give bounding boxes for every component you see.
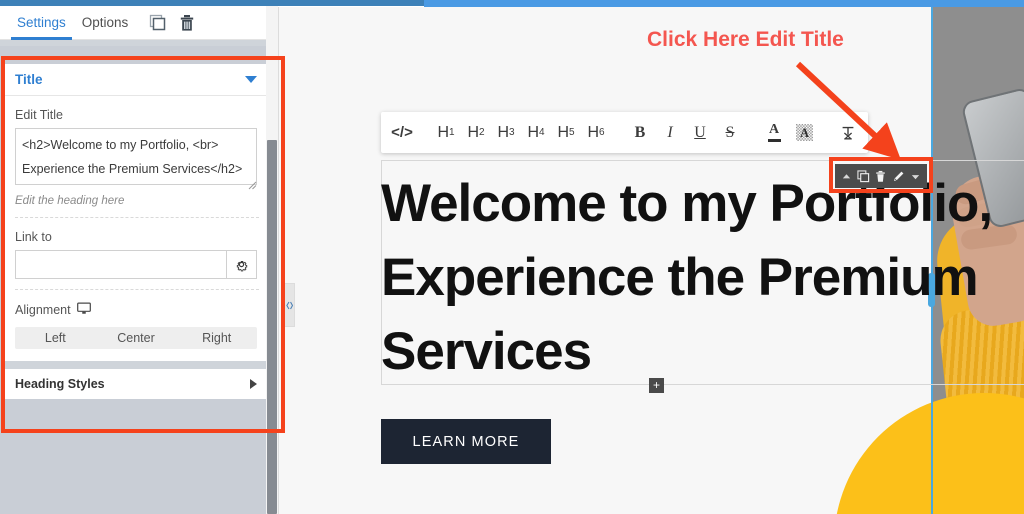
text-color-swatch — [767, 139, 781, 142]
link-to-label: Link to — [15, 230, 52, 244]
code-view-label: </> — [391, 124, 413, 141]
underline-label: U — [694, 123, 706, 141]
hero-heading[interactable]: Welcome to my Portfolio, Experience the … — [381, 167, 1024, 389]
bold-label: B — [634, 123, 646, 141]
add-block-button[interactable]: + — [649, 378, 664, 393]
heading-6-button[interactable]: H6 — [581, 112, 611, 153]
heading-styles-row[interactable]: Heading Styles — [3, 369, 271, 399]
title-section-header[interactable]: Title — [3, 64, 271, 96]
heading-4-button[interactable]: H4 — [521, 112, 551, 153]
alignment-button-group: Left Center Right — [15, 327, 257, 349]
h1-sub: 1 — [449, 127, 455, 138]
panel-scrollbar[interactable] — [266, 6, 278, 514]
settings-panel: Settings Options Title Edit Title <h2>We… — [0, 6, 278, 514]
heading-3-button[interactable]: H3 — [491, 112, 521, 153]
h3-label: H — [497, 123, 509, 141]
h5-label: H — [557, 123, 569, 141]
trash-icon[interactable] — [177, 13, 197, 33]
alignment-field-group: Alignment Left Center Right — [3, 290, 271, 349]
heading-styles-label: Heading Styles — [15, 377, 105, 391]
edit-title-label: Edit Title — [15, 108, 63, 122]
section-separator — [3, 361, 271, 369]
strike-label: S — [725, 123, 735, 141]
trash-icon[interactable] — [873, 169, 888, 184]
heading-1-button[interactable]: H1 — [431, 112, 461, 153]
bold-button[interactable]: B — [625, 112, 655, 153]
chevron-down-icon[interactable] — [245, 76, 257, 83]
title-section-label: Title — [15, 72, 43, 87]
app-root: Settings Options Title Edit Title <h2>We… — [0, 0, 1024, 514]
alignment-label: Alignment — [15, 303, 71, 317]
align-left-button[interactable]: Left — [15, 327, 96, 349]
duplicate-icon[interactable] — [856, 169, 871, 184]
duplicate-icon[interactable] — [148, 13, 168, 33]
edit-title-input[interactable] — [15, 128, 257, 185]
learn-more-button[interactable]: LEARN MORE — [381, 419, 551, 464]
tab-settings[interactable]: Settings — [9, 6, 74, 40]
yellow-circle-decoration — [834, 393, 1024, 514]
title-settings-card: Title Edit Title E — [3, 64, 271, 399]
heading-5-button[interactable]: H5 — [551, 112, 581, 153]
element-action-toolbar — [835, 164, 927, 188]
red-arrow-icon — [795, 61, 901, 158]
panel-collapse-handle[interactable] — [283, 283, 295, 327]
page-canvas: Welcome to my Portfolio, Experience the … — [278, 7, 1024, 514]
align-right-button[interactable]: Right — [176, 327, 257, 349]
canvas-inner: Welcome to my Portfolio, Experience the … — [278, 7, 1024, 514]
link-to-row — [15, 250, 257, 279]
panel-scrollbar-thumb[interactable] — [267, 140, 277, 514]
alignment-label-row: Alignment — [15, 302, 259, 318]
edit-title-hint: Edit the heading here — [15, 195, 125, 207]
tab-options[interactable]: Options — [74, 6, 137, 40]
more-options-icon[interactable] — [908, 169, 923, 184]
link-settings-button[interactable] — [226, 250, 257, 279]
h1-label: H — [437, 123, 449, 141]
collapse-arrows-icon — [285, 301, 293, 309]
move-up-icon[interactable] — [839, 169, 854, 184]
edit-title-textarea-wrap — [15, 128, 259, 190]
heading-2-button[interactable]: H2 — [461, 112, 491, 153]
edit-title-field-group: Edit Title — [3, 96, 271, 190]
link-to-input[interactable] — [15, 250, 226, 279]
h5-sub: 5 — [569, 127, 575, 138]
italic-label: I — [667, 123, 673, 141]
h6-sub: 6 — [599, 127, 605, 138]
align-center-button[interactable]: Center — [96, 327, 177, 349]
h4-label: H — [527, 123, 539, 141]
panel-tab-bar: Settings Options — [0, 6, 278, 40]
strikethrough-button[interactable]: S — [715, 112, 745, 153]
link-to-field-group: Link to — [3, 218, 271, 279]
annotation-label: Click Here Edit Title — [647, 28, 844, 51]
h3-sub: 3 — [509, 127, 515, 138]
h2-sub: 2 — [479, 127, 485, 138]
h4-sub: 4 — [539, 127, 545, 138]
h6-label: H — [587, 123, 599, 141]
top-bar-right — [424, 0, 1024, 7]
tab-options-label: Options — [81, 15, 129, 30]
chevron-right-icon[interactable] — [250, 379, 257, 389]
edit-pencil-icon[interactable] — [891, 169, 906, 184]
code-view-button[interactable]: </> — [387, 112, 417, 153]
gear-icon — [236, 261, 248, 272]
panel-tool-group — [148, 13, 197, 33]
panel-scroll-body: Title Edit Title E — [0, 46, 278, 514]
text-color-label: A — [768, 122, 780, 138]
tab-settings-label: Settings — [17, 15, 66, 30]
underline-button[interactable]: U — [685, 112, 715, 153]
text-color-button[interactable]: A — [759, 112, 789, 153]
italic-button[interactable]: I — [655, 112, 685, 153]
desktop-monitor-icon[interactable] — [76, 302, 91, 318]
h2-label: H — [467, 123, 479, 141]
